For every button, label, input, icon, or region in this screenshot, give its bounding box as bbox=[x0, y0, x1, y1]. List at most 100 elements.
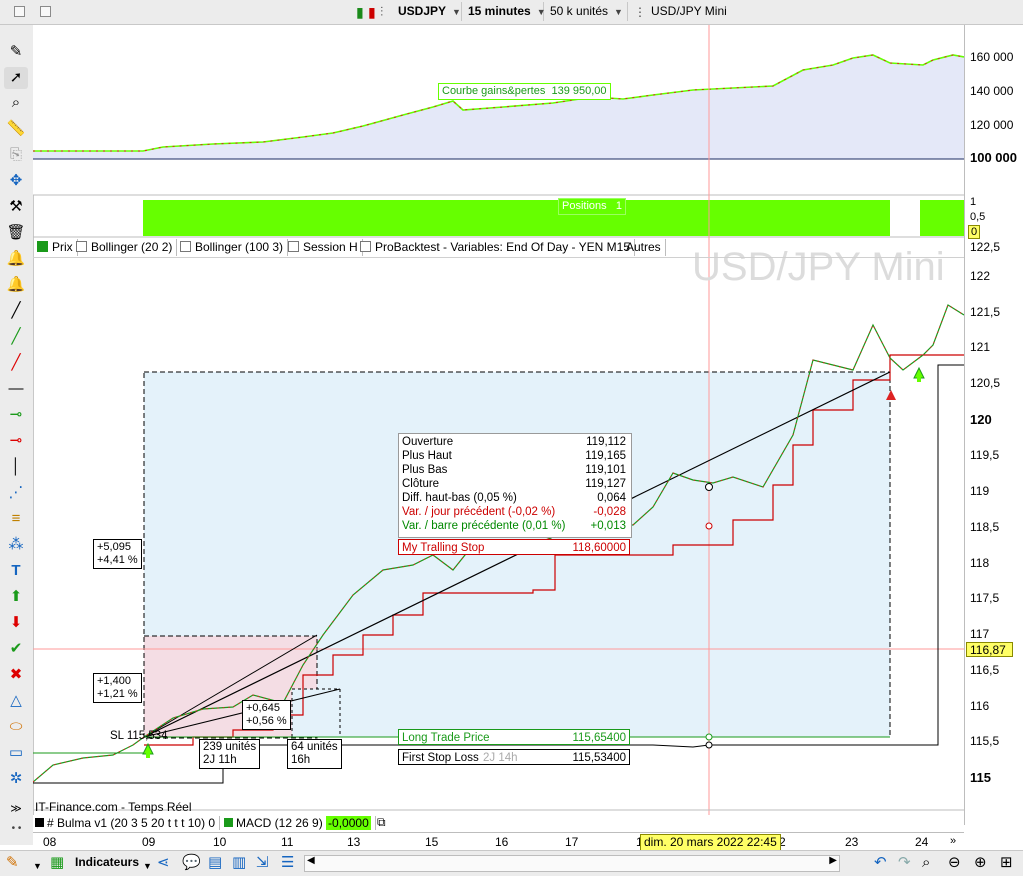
entry-marker bbox=[705, 733, 713, 741]
magnet-icon[interactable]: ⚒ bbox=[4, 196, 28, 218]
legend-tab-autres[interactable]: Autres bbox=[622, 239, 666, 256]
legend-tab-session[interactable]: Session H bbox=[284, 239, 363, 256]
checkbox-icon bbox=[76, 241, 87, 252]
cross-icon[interactable]: ✖ bbox=[4, 664, 28, 686]
zoom-out-icon[interactable]: ⊖ bbox=[948, 854, 961, 872]
price-tick: 119 bbox=[970, 484, 990, 498]
ohlc-value: 119,101 bbox=[585, 464, 626, 476]
channel-icon[interactable]: ⋰ bbox=[4, 482, 28, 504]
macd-value: -0,0000 bbox=[326, 816, 371, 830]
red-line-icon[interactable]: ╱ bbox=[4, 352, 28, 374]
legend-tab-bollinger-20[interactable]: Bollinger (20 2) bbox=[72, 239, 178, 256]
price-tick: 122 bbox=[970, 269, 991, 283]
move-icon[interactable]: ✥ bbox=[4, 170, 28, 192]
units-select[interactable]: 50 k unités ▼ bbox=[544, 2, 628, 21]
indicator-tab-label: MACD (12 26 9) bbox=[236, 816, 323, 830]
top-bar: ▮ ▮ ⫶ USDJPY ▼ 15 minutes ▼ 50 k unités ▼ ⋮… bbox=[0, 0, 1023, 25]
price-tick: 115 bbox=[970, 770, 991, 785]
text-icon[interactable]: T bbox=[4, 560, 28, 582]
pencil-icon[interactable]: ✎ bbox=[4, 41, 28, 63]
pencil-icon[interactable]: ✎ bbox=[6, 854, 19, 872]
check-icon[interactable]: ✔ bbox=[4, 638, 28, 660]
indicator-icon[interactable]: ▦ bbox=[50, 854, 64, 872]
time-tick: 11 bbox=[281, 835, 294, 849]
list-icon[interactable]: ☰ bbox=[281, 854, 294, 872]
zoom-in-icon[interactable]: ⊕ bbox=[974, 854, 987, 872]
comment-icon[interactable]: 💬 bbox=[182, 854, 201, 872]
green-line-icon[interactable]: ╱ bbox=[4, 326, 28, 348]
ohlc-row: Plus Bas 119,101 bbox=[402, 463, 626, 477]
ohlc-row: Var. / barre précédente (0,01 %) +0,013 bbox=[402, 519, 626, 533]
undo-icon[interactable]: ↶ bbox=[874, 854, 887, 872]
trash-icon[interactable]: 🗑 bbox=[4, 222, 28, 244]
pointer-icon[interactable]: ➚ bbox=[4, 67, 28, 89]
units-duration: 16h bbox=[291, 754, 311, 766]
indicator-tab-macd[interactable]: MACD (12 26 9) -0,0000 bbox=[224, 816, 376, 830]
units-count: 64 unités bbox=[291, 741, 338, 753]
legend-tab-label: Bollinger (100 3) bbox=[195, 240, 284, 254]
triangle-icon[interactable]: △ bbox=[4, 690, 28, 712]
expand-icon[interactable]: ≫ bbox=[4, 798, 28, 820]
bottom-bar: ✎ ▼ ▦ Indicateurs ▼ ⋖ 💬 ▤ ▥ ⇲ ☰ ◀ ▶ ↶ ↷ … bbox=[0, 850, 1023, 876]
ruler-icon[interactable]: 📏 bbox=[4, 118, 28, 140]
ohlc-value: 0,064 bbox=[597, 492, 626, 504]
scroll-right-icon[interactable]: » bbox=[950, 835, 956, 847]
legend-tab-label: Bollinger (20 2) bbox=[91, 240, 173, 254]
window-button[interactable] bbox=[40, 6, 51, 17]
redo-icon[interactable]: ↷ bbox=[898, 854, 911, 872]
instrument-select[interactable]: USDJPY ▼ bbox=[392, 2, 462, 21]
green-ray-icon[interactable]: ⊸ bbox=[4, 404, 28, 426]
checkbox-icon bbox=[180, 241, 191, 252]
time-scrollbar[interactable]: ◀ ▶ bbox=[304, 855, 840, 872]
scroll-left-icon[interactable]: ◀ bbox=[307, 855, 315, 866]
gain-annotation: +5,095 +4,41 % bbox=[93, 539, 142, 569]
ohlc-row: Clôture 119,127 bbox=[402, 477, 626, 491]
horizontal-line-icon[interactable]: — bbox=[4, 378, 28, 400]
rectangle-icon[interactable]: ▭ bbox=[4, 742, 28, 764]
sparkle-icon[interactable]: ✲ bbox=[4, 768, 28, 790]
pattern-icon[interactable]: ⁂ bbox=[4, 534, 28, 556]
window-button[interactable] bbox=[14, 6, 25, 17]
indicators-button[interactable]: Indicateurs bbox=[75, 855, 139, 869]
chart-canvas[interactable] bbox=[33, 25, 964, 832]
first-stop-label: First Stop Loss 2J 14h 115,53400 bbox=[398, 749, 630, 765]
doc-icon[interactable]: ▤ bbox=[208, 854, 222, 872]
long-trade-text: Long Trade Price bbox=[402, 732, 490, 744]
legend-tab-bollinger-100[interactable]: Bollinger (100 3) bbox=[176, 239, 289, 256]
equity-tick: 120 000 bbox=[970, 118, 1014, 132]
bell-icon[interactable]: 🔔 bbox=[4, 274, 28, 296]
ohlc-label: Var. / jour précédent (-0,02 %) bbox=[402, 506, 556, 518]
indicator-tab-bulma[interactable]: # Bulma v1 (20 3 5 20 t t t 10) 0 bbox=[35, 816, 221, 830]
popout-icon[interactable]: ⧉ bbox=[377, 815, 386, 830]
legend-tab-probacktest[interactable]: ProBacktest - Variables: End Of Day - YE… bbox=[356, 239, 635, 256]
reset-zoom-icon[interactable]: ⊞ bbox=[1000, 854, 1013, 872]
stop-loss-label: SL 115,534 bbox=[110, 730, 168, 742]
zoom-icon[interactable]: ⌕ bbox=[4, 92, 28, 114]
scroll-right-icon[interactable]: ▶ bbox=[829, 855, 837, 866]
line-icon[interactable]: ╱ bbox=[4, 300, 28, 322]
link-icon[interactable]: ⋮ bbox=[634, 5, 646, 19]
share-icon[interactable]: ⋖ bbox=[157, 854, 170, 872]
candles-icon[interactable]: ⫶ bbox=[380, 4, 383, 20]
export-icon[interactable]: ⇲ bbox=[256, 854, 269, 872]
copy-icon[interactable]: ⎘ bbox=[4, 144, 28, 166]
ellipse-icon[interactable]: ⬭ bbox=[4, 716, 28, 738]
trailing-stop-label: My Tralling Stop 118,60000 bbox=[398, 539, 630, 555]
legend-tab-prix[interactable]: Prix bbox=[33, 239, 78, 256]
red-ray-icon[interactable]: ⊸ bbox=[4, 430, 28, 452]
candles-icon[interactable]: ▮ bbox=[356, 4, 364, 21]
chevron-down-icon[interactable]: ▼ bbox=[33, 857, 42, 875]
timeframe-select[interactable]: 15 minutes ▼ bbox=[462, 2, 546, 21]
fibonacci-icon[interactable]: ≡ bbox=[4, 508, 28, 530]
grip-icon[interactable]: • • bbox=[0, 823, 33, 834]
positions-label: Positions 1 bbox=[558, 198, 626, 215]
vertical-line-icon[interactable]: │ bbox=[4, 456, 28, 478]
layout-icon[interactable]: ▥ bbox=[232, 854, 246, 872]
current-price-tag: 116,87 bbox=[966, 642, 1013, 657]
sell-arrow-icon[interactable]: ⬇ bbox=[4, 612, 28, 634]
alert-icon[interactable]: 🔔 bbox=[4, 248, 28, 270]
zoom-fit-icon[interactable]: ⌕ bbox=[922, 854, 930, 872]
buy-arrow-icon[interactable]: ⬆ bbox=[4, 586, 28, 608]
candles-icon[interactable]: ▮ bbox=[368, 4, 376, 21]
chevron-down-icon[interactable]: ▼ bbox=[143, 857, 152, 875]
